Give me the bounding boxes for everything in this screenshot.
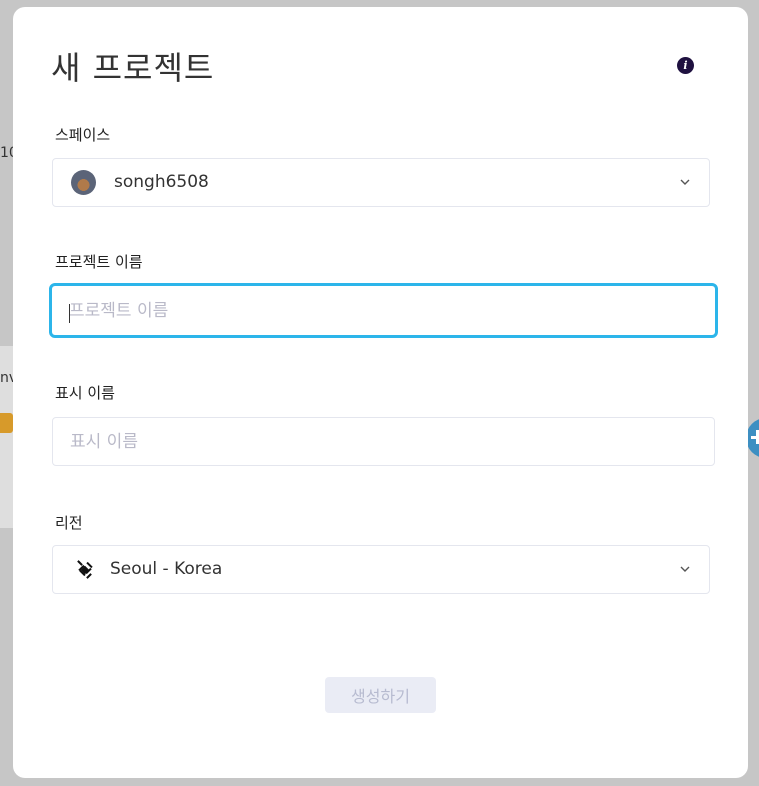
info-icon[interactable]: i: [677, 57, 694, 74]
avatar: [71, 170, 96, 195]
chevron-down-icon: [680, 179, 690, 185]
space-label: 스페이스: [55, 126, 111, 144]
create-button[interactable]: 생성하기: [325, 677, 436, 713]
display-name-label: 표시 이름: [55, 384, 115, 402]
space-selected-value: songh6508: [114, 172, 209, 192]
project-name-label: 프로젝트 이름: [55, 253, 143, 271]
region-select[interactable]: Seoul - Korea: [52, 545, 710, 594]
region-label: 리전: [55, 514, 83, 532]
background-badge: [0, 413, 13, 433]
chevron-down-icon: [680, 566, 690, 572]
korea-flag-icon: [77, 560, 93, 579]
display-name-input[interactable]: [52, 417, 715, 466]
text-caret: [69, 304, 70, 323]
project-name-input[interactable]: [49, 283, 718, 338]
new-project-modal: 새 프로젝트 i 스페이스 songh6508 프로젝트 이름 표시 이름 리전: [13, 7, 748, 778]
modal-title: 새 프로젝트: [51, 49, 215, 87]
region-selected-value: Seoul - Korea: [110, 559, 223, 579]
space-select[interactable]: songh6508: [52, 158, 710, 207]
